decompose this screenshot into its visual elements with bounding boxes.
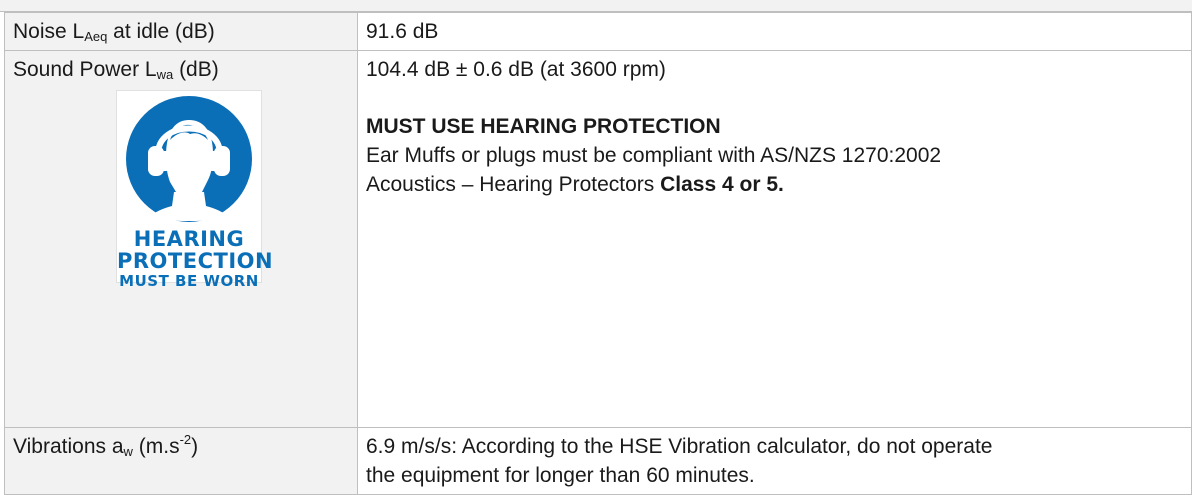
sign-text-protection: PROTECTION [117, 249, 274, 273]
noise-value-cell: 91.6 dB [357, 12, 1192, 51]
vibrations-label-superscript: -2 [179, 432, 192, 447]
noise-value: 91.6 dB [366, 20, 439, 43]
specification-table: Noise LAeq at idle (dB) 91.6 dB Sound Po… [4, 12, 1192, 495]
vibrations-value-line2: the equipment for longer than 60 minutes… [366, 464, 755, 487]
noise-label-cell: Noise LAeq at idle (dB) [4, 12, 358, 51]
vibrations-label-cell: Vibrations aw (m.s-2) [4, 427, 358, 495]
sign-text-must-be-worn: MUST BE WORN [119, 272, 259, 290]
hearing-protection-heading: MUST USE HEARING PROTECTION [366, 115, 721, 138]
table-row-sound-power: Sound Power Lwa (dB) HEARING PROTECTION … [4, 50, 1192, 428]
table-row-vibrations: Vibrations aw (m.s-2) 6.9 m/s/s: Accordi… [4, 427, 1192, 495]
sound-power-label: Sound Power L [13, 58, 157, 81]
document-page: Noise LAeq at idle (dB) 91.6 dB Sound Po… [0, 0, 1192, 495]
vibrations-label-close: ) [191, 435, 199, 458]
vibrations-value-line1: 6.9 m/s/s: According to the HSE Vibratio… [366, 435, 993, 458]
sound-power-value-cell: 104.4 dB ± 0.6 dB (at 3600 rpm) MUST USE… [357, 50, 1192, 428]
previous-row-edge [0, 0, 1192, 12]
vibrations-label-subscript: w [123, 444, 133, 459]
compliance-text-line2: Acoustics – Hearing Protectors Class 4 o… [366, 170, 1183, 199]
noise-label: Noise L [13, 20, 85, 43]
compliance-text-prefix: Acoustics – Hearing Protectors [366, 173, 661, 196]
vibrations-label: Vibrations a [13, 435, 124, 458]
sound-power-label-tail: (dB) [173, 58, 219, 81]
noise-label-tail: at idle (dB) [107, 20, 215, 43]
sound-power-value: 104.4 dB ± 0.6 dB (at 3600 rpm) [366, 58, 666, 81]
table-row-noise: Noise LAeq at idle (dB) 91.6 dB [4, 12, 1192, 51]
sign-text-hearing: HEARING [133, 227, 245, 251]
protector-class: Class 4 or 5. [660, 173, 784, 196]
sound-power-label-subscript: wa [156, 67, 174, 82]
sound-power-label-cell: Sound Power Lwa (dB) HEARING PROTECTION … [4, 50, 358, 428]
hearing-protection-icon [126, 96, 252, 222]
vibrations-value-cell: 6.9 m/s/s: According to the HSE Vibratio… [357, 427, 1192, 495]
hearing-protection-sign: HEARING PROTECTION MUST BE WORN [116, 90, 274, 290]
noise-label-subscript: Aeq [84, 29, 108, 44]
compliance-text-line1: Ear Muffs or plugs must be compliant wit… [366, 144, 942, 167]
vibrations-label-unit: (m.s [132, 435, 180, 458]
